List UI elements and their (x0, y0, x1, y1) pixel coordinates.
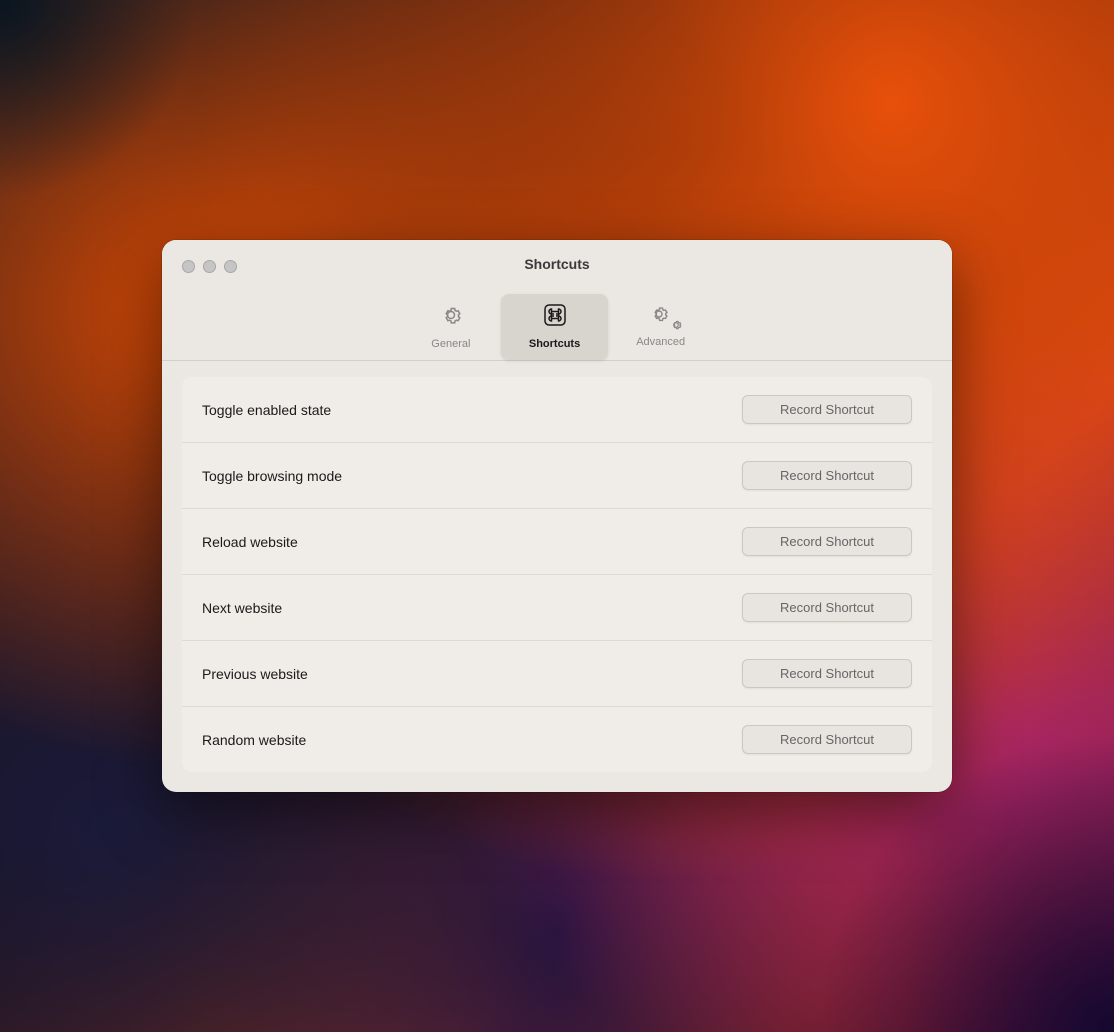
shortcuts-list: Toggle enabled state Record Shortcut Tog… (182, 377, 932, 772)
window: Shortcuts General (162, 240, 952, 792)
shortcut-row-reload-website: Reload website Record Shortcut (182, 509, 932, 575)
tab-shortcuts-label: Shortcuts (529, 338, 580, 350)
record-shortcut-toggle-browsing[interactable]: Record Shortcut (742, 461, 912, 490)
traffic-lights (182, 260, 237, 273)
shortcut-name-toggle-enabled: Toggle enabled state (202, 402, 331, 418)
tab-shortcuts[interactable]: Shortcuts (501, 294, 608, 360)
shortcut-name-random-website: Random website (202, 732, 306, 748)
minimize-button[interactable] (203, 260, 216, 273)
shortcut-name-previous-website: Previous website (202, 666, 308, 682)
shortcut-row-random-website: Random website Record Shortcut (182, 707, 932, 772)
content-area: Toggle enabled state Record Shortcut Tog… (162, 361, 952, 792)
shortcut-row-previous-website: Previous website Record Shortcut (182, 641, 932, 707)
record-shortcut-random-website[interactable]: Record Shortcut (742, 725, 912, 754)
tab-advanced[interactable]: Advanced (608, 294, 713, 360)
shortcut-row-toggle-enabled: Toggle enabled state Record Shortcut (182, 377, 932, 443)
shortcut-name-next-website: Next website (202, 600, 282, 616)
tab-general[interactable]: General (401, 294, 501, 360)
shortcut-name-toggle-browsing: Toggle browsing mode (202, 468, 342, 484)
shortcut-name-reload-website: Reload website (202, 534, 298, 550)
close-button[interactable] (182, 260, 195, 273)
tab-advanced-label: Advanced (636, 336, 685, 348)
record-shortcut-toggle-enabled[interactable]: Record Shortcut (742, 395, 912, 424)
gear-icon (438, 302, 464, 333)
window-wrapper: Shortcuts General (162, 240, 952, 792)
tab-general-label: General (431, 338, 470, 350)
advanced-gear-icon (647, 302, 675, 331)
command-icon (542, 302, 568, 333)
window-title: Shortcuts (182, 256, 932, 286)
record-shortcut-previous-website[interactable]: Record Shortcut (742, 659, 912, 688)
record-shortcut-reload-website[interactable]: Record Shortcut (742, 527, 912, 556)
toolbar: General Shortcuts (162, 286, 952, 360)
maximize-button[interactable] (224, 260, 237, 273)
record-shortcut-next-website[interactable]: Record Shortcut (742, 593, 912, 622)
shortcut-row-toggle-browsing: Toggle browsing mode Record Shortcut (182, 443, 932, 509)
shortcut-row-next-website: Next website Record Shortcut (182, 575, 932, 641)
title-bar: Shortcuts (162, 240, 952, 286)
